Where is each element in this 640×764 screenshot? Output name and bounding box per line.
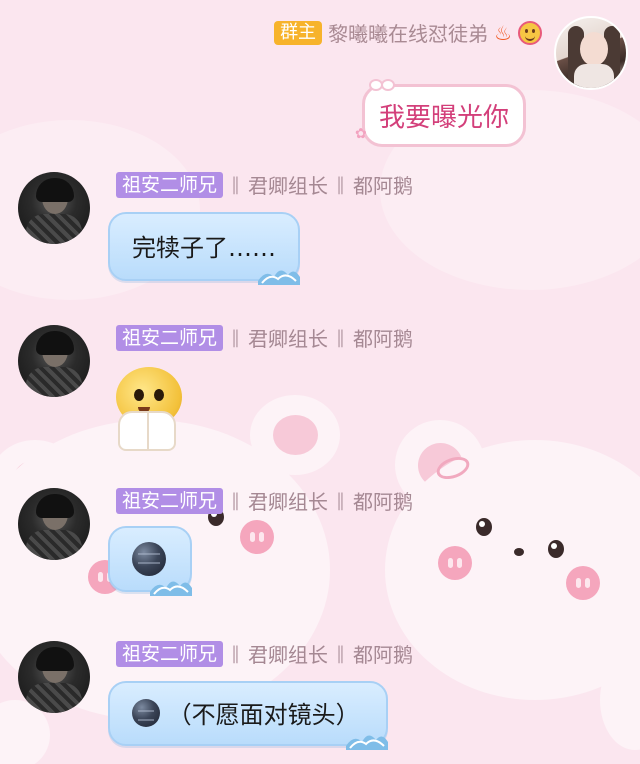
message-text: 我要曝光你 — [378, 103, 509, 133]
member-tag: 君卿组长 — [248, 643, 329, 667]
avatar[interactable] — [554, 16, 628, 90]
wave-icon — [150, 581, 192, 596]
wave-icon — [345, 735, 388, 750]
wave-icon — [258, 270, 300, 285]
member-tags: 祖安二师兄 ‖ 君卿组长 ‖ 都阿鹅 — [116, 323, 413, 352]
member-tag: 都阿鹅 — [353, 643, 414, 667]
avatar[interactable] — [18, 325, 90, 397]
member-tag: 君卿组长 — [248, 174, 329, 198]
chat-message: 祖安二师兄 ‖ 君卿组长 ‖ 都阿鹅 完犊子了…… — [0, 170, 640, 292]
member-tag: 都阿鹅 — [353, 174, 414, 198]
message-bubble[interactable]: 完犊子了…… — [108, 212, 300, 285]
avatar[interactable] — [18, 641, 90, 713]
dark-ball-icon — [132, 698, 160, 727]
sender-name: 黎曦曦在线怼徒弟 — [328, 22, 489, 46]
member-tags: 祖安二师兄 ‖ 君卿组长 ‖ 都阿鹅 — [116, 639, 413, 668]
chat-message: 祖安二师兄 ‖ 君卿组长 ‖ 都阿鹅 — [0, 323, 640, 455]
member-title-badge: 祖安二师兄 — [116, 640, 224, 667]
self-message-header: 群主 黎曦曦在线怼徒弟 ♨ — [274, 18, 542, 47]
smile-face-icon — [518, 20, 542, 45]
covering-face-sticker-icon[interactable] — [108, 367, 186, 453]
member-title-badge: 祖安二师兄 — [116, 487, 224, 514]
avatar[interactable] — [18, 488, 90, 560]
member-tags: 祖安二师兄 ‖ 君卿组长 ‖ 都阿鹅 — [116, 486, 413, 515]
member-tag: 都阿鹅 — [353, 327, 414, 351]
avatar[interactable] — [18, 172, 90, 244]
message-text: 完犊子了…… — [132, 234, 276, 262]
member-tag: 都阿鹅 — [353, 490, 414, 514]
message-bubble[interactable] — [108, 526, 192, 596]
self-message: 群主 黎曦曦在线怼徒弟 ♨ ✿ 我要曝光你 — [0, 16, 628, 147]
dark-ball-icon — [132, 542, 166, 576]
fire-icon: ♨ — [494, 20, 512, 45]
group-owner-badge: 群主 — [274, 20, 323, 45]
message-bubble[interactable]: ✿ 我要曝光你 — [355, 79, 526, 147]
message-bubble[interactable]: （不愿面对镜头） — [108, 681, 388, 750]
member-tag: 君卿组长 — [248, 327, 329, 351]
member-title-badge: 祖安二师兄 — [116, 171, 224, 198]
flower-icon: ✿ — [354, 126, 367, 142]
chat-message: 祖安二师兄 ‖ 君卿组长 ‖ 都阿鹅 （不愿面对镜头） — [0, 639, 640, 764]
member-tags: 祖安二师兄 ‖ 君卿组长 ‖ 都阿鹅 — [116, 170, 413, 199]
member-tag: 君卿组长 — [248, 490, 329, 514]
member-title-badge: 祖安二师兄 — [116, 324, 224, 351]
message-text: （不愿面对镜头） — [167, 701, 360, 729]
chat-message: 祖安二师兄 ‖ 君卿组长 ‖ 都阿鹅 — [0, 486, 640, 608]
